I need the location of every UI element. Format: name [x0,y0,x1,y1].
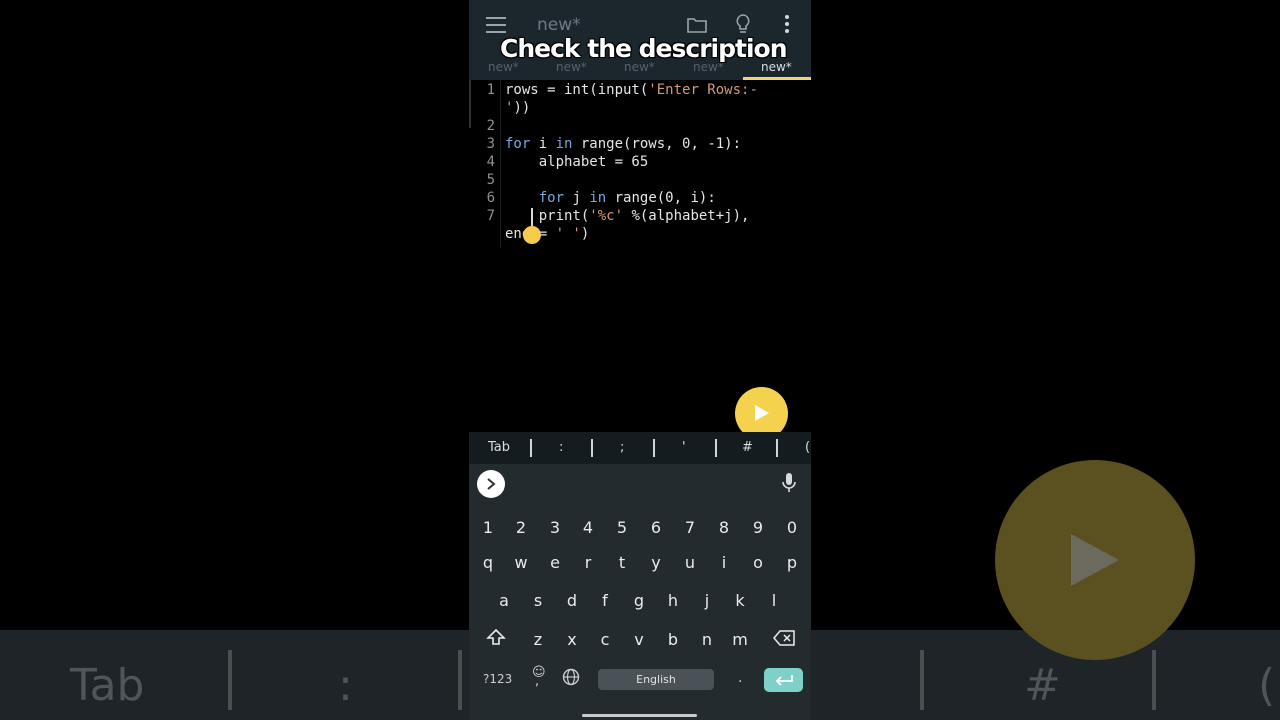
key-1[interactable]: 1 [473,518,503,537]
background-hash-key: # [1024,660,1061,711]
enter-key[interactable] [764,668,803,692]
background-separator [458,650,462,710]
comma-key[interactable]: , [535,674,539,689]
key-4[interactable]: 4 [573,518,603,537]
background-colon-key: : [338,660,353,711]
microphone-icon[interactable] [781,472,797,498]
soft-keyboard: 1 2 3 4 5 6 7 8 9 0 q w e r t y u i o p … [469,464,811,720]
key-d[interactable]: d [557,591,587,610]
symbol-separator [776,439,778,457]
key-8[interactable]: 8 [709,518,739,537]
key-o[interactable]: o [743,553,773,572]
key-3[interactable]: 3 [540,518,570,537]
code-line-7: print('%c' %(alphabet+j), [505,208,750,224]
key-p[interactable]: p [777,553,807,572]
key-c[interactable]: c [590,630,620,649]
video-banner-text: Check the description [500,34,787,63]
period-key[interactable]: . [738,670,742,686]
key-v[interactable]: v [624,630,654,649]
key-7[interactable]: 7 [675,518,705,537]
code-line-4: alphabet = 65 [505,154,649,170]
symbol-separator [591,439,593,457]
code-line-1: rows = int(input('Enter Rows:- [505,82,758,98]
background-play-icon [995,460,1195,660]
background-separator [920,650,924,710]
key-k[interactable]: k [725,591,755,610]
key-g[interactable]: g [624,591,654,610]
code-line-6: for j in range(0, i): [538,190,716,206]
key-6[interactable]: 6 [641,518,671,537]
expand-suggestions-button[interactable] [477,470,505,498]
file-title: new* [537,15,581,35]
key-9[interactable]: 9 [743,518,773,537]
line-number: 1 [486,82,495,98]
key-z[interactable]: z [523,630,553,649]
code-editor[interactable]: 1 2 3 4 5 6 7 rows = int(input('Enter Ro… [469,80,811,432]
key-0[interactable]: 0 [777,518,807,537]
background-separator [228,650,232,710]
hamburger-menu-icon[interactable] [486,17,506,33]
key-r[interactable]: r [573,553,603,572]
backspace-key-icon[interactable] [769,630,799,650]
line-number: 4 [486,154,495,170]
symbol-colon-key[interactable]: : [559,440,563,455]
gesture-home-bar[interactable] [582,714,697,717]
key-m[interactable]: m [725,630,755,649]
symbols-key[interactable]: ?123 [483,672,512,686]
shift-key-icon[interactable] [481,628,511,650]
symbol-semicolon-key[interactable]: ; [620,440,624,455]
line-number: 3 [486,136,495,152]
key-s[interactable]: s [523,591,553,610]
line-number: 6 [486,190,495,206]
symbol-paren-key[interactable]: ( [805,440,810,455]
key-2[interactable]: 2 [506,518,536,537]
background-separator [1152,650,1156,710]
symbol-quote-key[interactable]: ' [682,440,686,455]
symbol-tab-key[interactable]: Tab [488,440,510,455]
key-n[interactable]: n [692,630,722,649]
code-line-7-wrap: end = ' ') [505,226,590,242]
key-b[interactable]: b [658,630,688,649]
code-line-3: for i in range(rows, 0, -1): [505,136,742,152]
globe-icon[interactable] [562,668,580,689]
key-w[interactable]: w [506,553,536,572]
key-e[interactable]: e [540,553,570,572]
gutter-separator [500,80,501,248]
key-f[interactable]: f [590,591,620,610]
key-t[interactable]: t [607,553,637,572]
overflow-menu-icon[interactable] [785,15,789,36]
symbol-bar: Tab : ; ' # ( [469,432,811,464]
symbol-separator [715,439,717,457]
key-q[interactable]: q [473,553,503,572]
symbol-separator [653,439,655,457]
key-l[interactable]: l [759,591,789,610]
key-j[interactable]: j [692,591,722,610]
key-u[interactable]: u [675,553,705,572]
space-bar[interactable]: English [598,669,714,690]
background-paren-key: ( [1258,660,1276,711]
key-h[interactable]: h [658,591,688,610]
phone-screen: new* new* new* new* new* new* Check the … [469,0,811,720]
scroll-indicator [469,80,471,128]
background-tab-key: Tab [70,660,145,711]
line-number: 7 [486,208,495,224]
key-i[interactable]: i [709,553,739,572]
app-bar: new* new* new* new* new* new* Check the … [469,0,811,80]
line-number: 5 [486,172,495,188]
symbol-separator [530,439,532,457]
symbol-hash-key[interactable]: # [742,440,753,455]
cursor-handle[interactable] [523,226,541,244]
line-number: 2 [486,118,495,134]
code-line-1-wrap: ')) [505,100,531,116]
key-y[interactable]: y [641,553,671,572]
key-a[interactable]: a [489,591,519,610]
text-cursor [531,208,533,226]
key-5[interactable]: 5 [607,518,637,537]
key-x[interactable]: x [557,630,587,649]
